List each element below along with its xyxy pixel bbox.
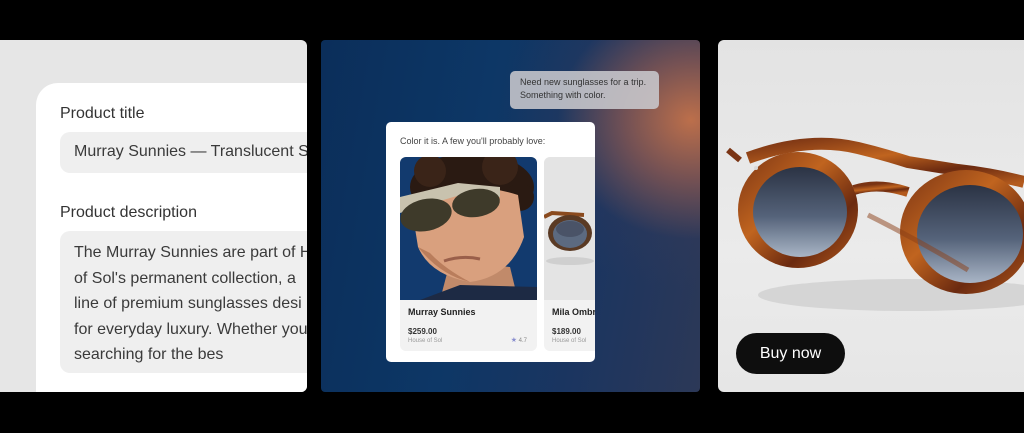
description-line: line of premium sunglasses desi — [74, 295, 302, 312]
star-icon: ★ — [510, 337, 517, 344]
user-message-bubble: Need new sunglasses for a trip. Somethin… — [510, 71, 659, 109]
product-card-mila-ombre[interactable]: Mila Ombre $189.00 House of Sol — [544, 157, 595, 351]
product-card-murray-sunnies[interactable]: Murray Sunnies $259.00 House of Sol ★ 4.… — [400, 157, 537, 351]
product-price: $259.00 — [408, 327, 437, 336]
product-description-textarea[interactable]: The Murray Sunnies are part of H of Sol'… — [60, 231, 307, 373]
product-title-label: Product title — [60, 105, 145, 122]
assistant-message: Color it is. A few you'll probably love: — [400, 136, 546, 146]
user-message-line: Need new sunglasses for a trip. — [520, 77, 647, 87]
buy-now-button[interactable]: Buy now — [736, 333, 845, 374]
description-line: of Sol's permanent collection, a — [74, 269, 296, 287]
product-description-label: Product description — [60, 204, 197, 221]
product-photo-model-with-sunglasses — [400, 157, 537, 300]
chat-panel: Need new sunglasses for a trip. Somethin… — [321, 40, 700, 392]
product-title-input[interactable]: Murray Sunnies — Translucent S — [60, 132, 307, 173]
product-photo-sunglasses — [544, 157, 595, 300]
assistant-reply-card: Color it is. A few you'll probably love: — [386, 122, 595, 362]
user-message-line: Something with color. — [520, 90, 606, 100]
description-line: for everyday luxury. Whether you — [74, 320, 307, 338]
product-name: Murray Sunnies — [408, 307, 476, 317]
description-line: The Murray Sunnies are part of H — [74, 244, 307, 261]
product-form-card: Product title Murray Sunnies — Transluce… — [36, 83, 307, 392]
description-line: searching for the bes — [74, 346, 224, 363]
product-price: $189.00 — [552, 327, 581, 336]
product-brand: House of Sol — [408, 338, 443, 344]
hero-panel: Buy now — [718, 40, 1024, 392]
product-brand: House of Sol — [552, 338, 587, 344]
product-form-panel: Product title Murray Sunnies — Transluce… — [0, 40, 307, 392]
product-name: Mila Ombre — [552, 307, 595, 317]
product-rating: ★ 4.7 — [511, 336, 527, 344]
rating-value: 4.7 — [518, 338, 527, 344]
